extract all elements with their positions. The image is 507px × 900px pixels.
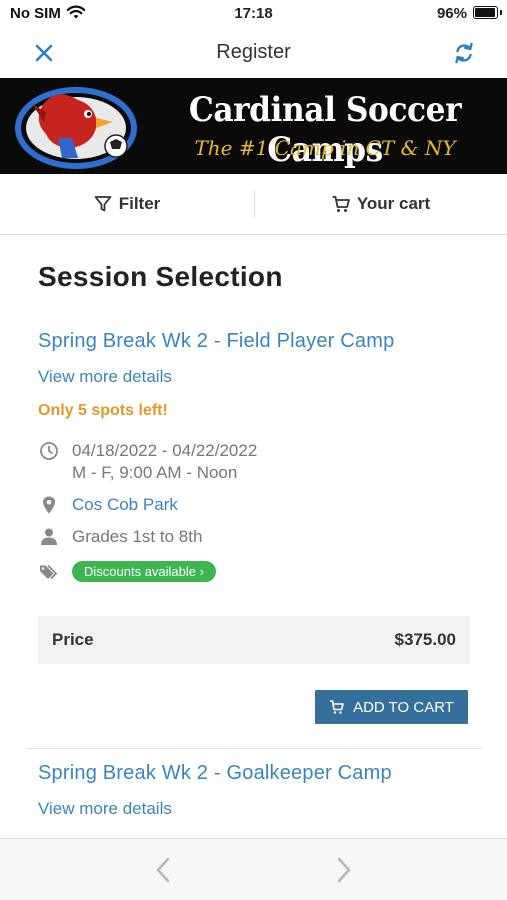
view-details-link[interactable]: View more details — [38, 799, 172, 819]
your-cart-tab[interactable]: Your cart — [254, 174, 507, 234]
forward-arrow-icon[interactable] — [331, 855, 357, 885]
status-bar: No SIM 17:18 96% — [0, 0, 507, 28]
section-heading: Session Selection — [38, 261, 283, 292]
add-to-cart-label: ADD TO CART — [353, 698, 454, 716]
session-title[interactable]: Spring Break Wk 2 - Field Player Camp — [38, 330, 394, 353]
price-label: Price — [52, 630, 94, 649]
view-details-link[interactable]: View more details — [38, 367, 172, 387]
session-title[interactable]: Spring Break Wk 2 - Goalkeeper Camp — [38, 762, 392, 785]
discount-row: Discounts available › — [38, 561, 216, 583]
tab-bar: Filter Your cart — [0, 174, 507, 235]
back-arrow-icon[interactable] — [150, 855, 176, 885]
session-schedule: M - F, 9:00 AM - Noon — [72, 463, 238, 482]
location-pin-icon — [43, 496, 55, 514]
filter-tab-label: Filter — [118, 194, 161, 213]
your-cart-tab-label: Your cart — [356, 194, 431, 213]
price-box: Price $375.00 — [38, 616, 470, 664]
date-row: 04/18/2022 - 04/22/2022 M - F, 9:00 AM -… — [38, 440, 257, 484]
filter-icon — [94, 196, 112, 212]
page-title: Register — [216, 41, 291, 63]
cart-icon — [330, 700, 344, 714]
session-card: Spring Break Wk 2 - Goalkeeper Camp View… — [38, 762, 470, 838]
clock-icon — [40, 442, 58, 460]
battery-icon — [473, 6, 502, 19]
location-row: Cos Cob Park — [38, 494, 178, 516]
nav-bar: Register — [0, 28, 507, 78]
grades-row: Grades 1st to 8th — [38, 526, 202, 548]
session-list[interactable]: Session Selection Spring Break Wk 2 - Fi… — [0, 235, 507, 838]
person-icon — [41, 528, 57, 545]
session-grades: Grades 1st to 8th — [72, 527, 203, 546]
banner-tagline: The #1 Camp in CT & NY — [194, 136, 456, 160]
camp-banner: Cardinal Soccer Camps The #1 Camp in CT … — [0, 78, 507, 174]
cardinal-logo-icon — [15, 87, 137, 169]
battery-percent: 96% — [436, 5, 467, 22]
clock: 17:18 — [234, 5, 273, 22]
location-link[interactable]: Cos Cob Park — [72, 494, 178, 516]
cart-icon — [332, 196, 350, 212]
bottom-toolbar — [0, 838, 507, 900]
filter-tab[interactable]: Filter — [0, 174, 253, 234]
session-divider — [26, 748, 482, 749]
session-dates: 04/18/2022 - 04/22/2022 — [72, 441, 258, 460]
session-card: Spring Break Wk 2 - Field Player Camp Vi… — [38, 330, 470, 730]
price-value: $375.00 — [394, 630, 456, 649]
refresh-icon[interactable] — [449, 38, 479, 68]
add-to-cart-button[interactable]: ADD TO CART — [315, 690, 468, 724]
discounts-available-badge[interactable]: Discounts available › — [72, 561, 216, 582]
tags-icon — [40, 564, 58, 580]
spots-left-warning: Only 5 spots left! — [38, 402, 168, 419]
